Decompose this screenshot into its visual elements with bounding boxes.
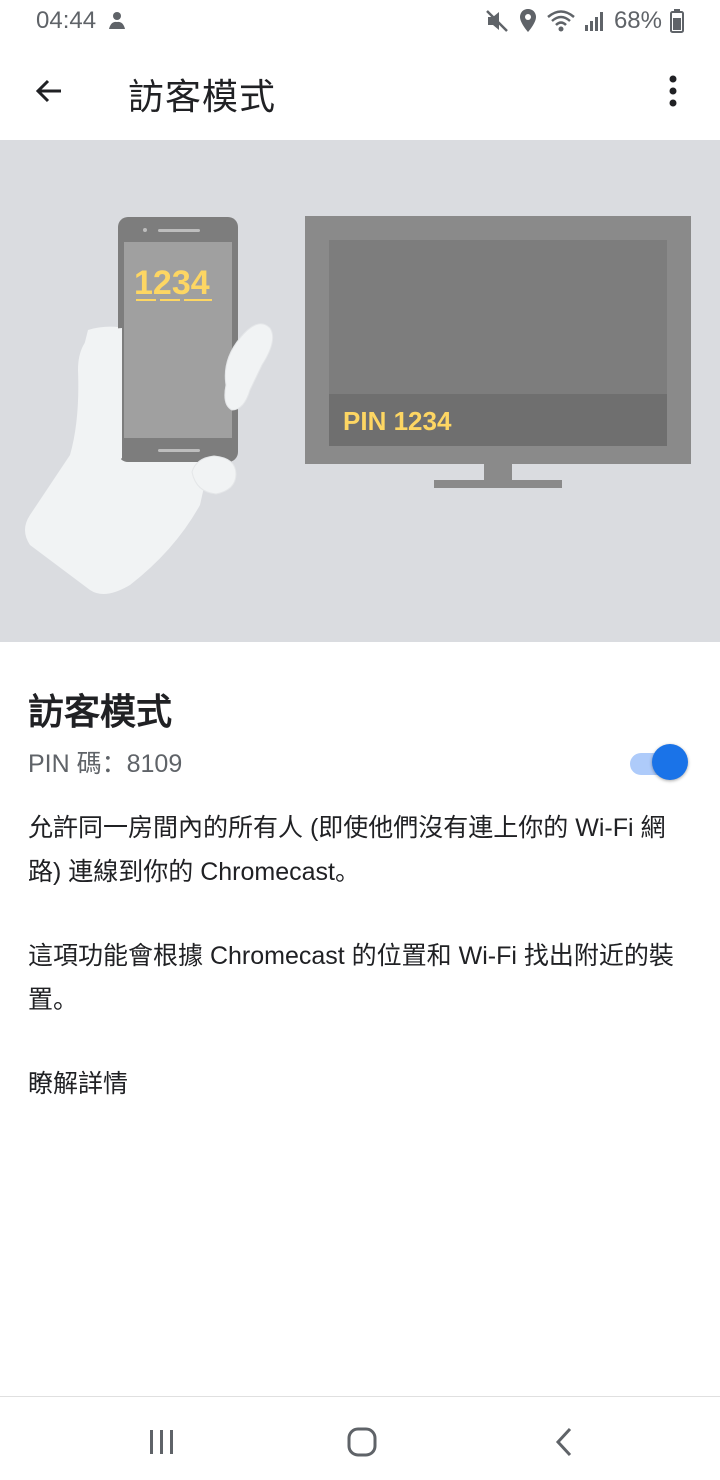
home-icon bbox=[347, 1427, 377, 1457]
back-nav-icon bbox=[555, 1427, 572, 1457]
pin-code-label: PIN 碼：8109 bbox=[28, 750, 183, 778]
phone-pin-text: 1234 bbox=[134, 264, 210, 302]
recent-apps-icon bbox=[150, 1430, 173, 1454]
description-connect: 允許同一房間內的所有人 (即使他們沒有連上你的 Wi-Fi 網路) 連線到你的 … bbox=[28, 814, 666, 886]
app-bar: 訪客模式 bbox=[0, 42, 720, 140]
notification-icon bbox=[106, 9, 128, 33]
signal-icon bbox=[584, 9, 606, 33]
phone-illustration: 1234 bbox=[118, 217, 238, 462]
description-location: 這項功能會根據 Chromecast 的位置和 Wi-Fi 找出附近的裝置。 bbox=[28, 942, 674, 1014]
battery-icon bbox=[670, 9, 684, 33]
guest-mode-toggle[interactable] bbox=[630, 744, 688, 782]
home-button[interactable] bbox=[332, 1417, 392, 1467]
more-options-button[interactable] bbox=[648, 66, 698, 116]
toggle-thumb bbox=[652, 744, 688, 780]
section-title: 訪客模式 bbox=[28, 691, 173, 732]
wifi-icon bbox=[546, 8, 576, 34]
arrow-back-icon bbox=[35, 79, 61, 103]
back-button[interactable] bbox=[24, 66, 74, 116]
guest-mode-illustration: PIN 1234 1234 bbox=[0, 140, 720, 642]
pin-row: PIN 碼：8109 bbox=[28, 742, 692, 786]
more-vert-icon bbox=[669, 75, 677, 107]
tv-illustration: PIN 1234 bbox=[305, 216, 691, 488]
learn-more-link[interactable]: 瞭解詳情 bbox=[28, 1062, 128, 1106]
mute-icon bbox=[484, 8, 510, 34]
back-nav-button[interactable] bbox=[534, 1417, 594, 1467]
page-title: 訪客模式 bbox=[128, 76, 277, 117]
tv-pin-text: PIN 1234 bbox=[343, 406, 452, 436]
status-time: 04:44 bbox=[36, 7, 97, 34]
guest-mode-screen: 04:44 68% 訪客模式 PIN 1234 1234 訪客模式 PIN 碼：… bbox=[0, 0, 720, 1480]
status-bar: 04:44 68% bbox=[0, 0, 720, 42]
system-nav-bar bbox=[0, 1396, 720, 1480]
recent-apps-button[interactable] bbox=[132, 1417, 192, 1467]
guest-mode-settings: 訪客模式 PIN 碼：8109 允許同一房間內的所有人 (即使他們沒有連上你的 … bbox=[28, 690, 692, 1106]
location-icon bbox=[518, 8, 538, 34]
battery-level: 68% bbox=[613, 7, 662, 34]
